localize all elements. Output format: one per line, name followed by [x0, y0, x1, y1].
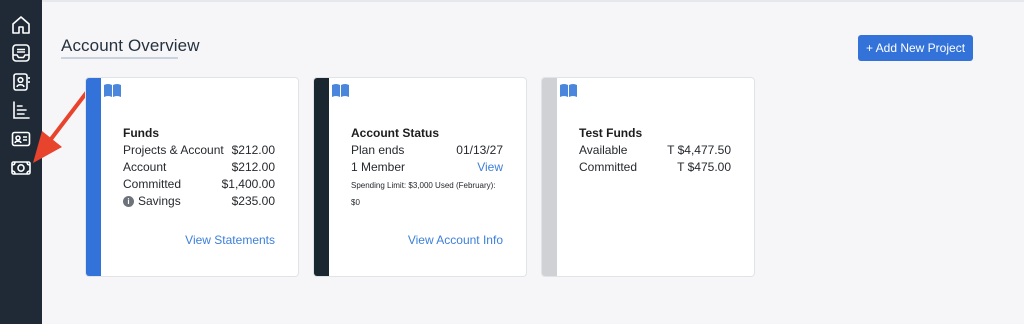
test-funds-row: Available T $4,477.50: [579, 143, 731, 157]
add-new-project-label: + Add New Project: [865, 41, 966, 55]
status-heading: Account Status: [351, 126, 440, 140]
funds-row-value: $212.00: [231, 143, 275, 157]
funds-row-value: $235.00: [231, 194, 275, 208]
test-card-stripe: [542, 78, 557, 276]
info-icon[interactable]: i: [123, 195, 134, 207]
page-title-underline: [61, 57, 178, 59]
top-divider: [42, 0, 1024, 2]
test-funds-row-label: Available: [579, 143, 628, 157]
account-status-card: Account Status Plan ends 01/13/27 1 Memb…: [313, 77, 527, 277]
funds-row-label-wrap: i Savings: [123, 194, 181, 208]
funds-card: Funds Projects & Account $212.00 Account…: [85, 77, 299, 277]
funds-card-stripe: [86, 78, 101, 276]
spending-used-value: $0: [351, 198, 360, 207]
test-funds-row-value: T $475.00: [677, 160, 731, 174]
funds-row-value: $212.00: [231, 160, 275, 174]
funds-row: Committed $1,400.00: [123, 177, 275, 191]
funds-row-value: $1,400.00: [221, 177, 275, 191]
funds-row-label: Savings: [138, 194, 181, 208]
funds-row-label: Projects & Account: [123, 143, 224, 157]
test-funds-row-label: Committed: [579, 160, 638, 174]
contact-book-icon[interactable]: [10, 71, 32, 93]
test-funds-heading: Test Funds: [579, 126, 643, 140]
home-icon[interactable]: [10, 14, 32, 36]
members-label: 1 Member: [351, 160, 406, 174]
view-statements-link[interactable]: View Statements: [185, 233, 275, 247]
page-title: Account Overview: [61, 36, 200, 55]
test-funds-row-value: T $4,477.50: [667, 143, 731, 157]
view-account-info-link[interactable]: View Account Info: [408, 233, 503, 247]
spending-limit-text: Spending Limit: $3,000 Used (February):: [351, 181, 496, 190]
id-card-icon[interactable]: [10, 128, 32, 150]
funds-row-label: Account: [123, 160, 167, 174]
book-icon: [331, 83, 350, 98]
funds-row: Projects & Account $212.00: [123, 143, 275, 157]
members-row: 1 Member View: [351, 160, 503, 174]
funds-row: Account $212.00: [123, 160, 275, 174]
plan-row: Plan ends 01/13/27: [351, 143, 503, 157]
test-funds-row: Committed T $475.00: [579, 160, 731, 174]
book-icon: [103, 83, 122, 98]
plan-label: Plan ends: [351, 143, 405, 157]
book-icon: [559, 83, 578, 98]
money-bill-icon[interactable]: [10, 157, 32, 179]
funds-row-label: Committed: [123, 177, 182, 191]
plan-value: 01/13/27: [456, 143, 503, 157]
funds-row: i Savings $235.00: [123, 194, 275, 208]
view-members-link[interactable]: View: [477, 160, 503, 174]
add-new-project-button[interactable]: + Add New Project: [858, 35, 973, 61]
test-funds-card: Test Funds Available T $4,477.50 Committ…: [541, 77, 755, 277]
list-chart-icon[interactable]: [10, 99, 32, 121]
inbox-icon[interactable]: [10, 42, 32, 64]
sidebar: [0, 0, 42, 324]
status-card-stripe: [314, 78, 329, 276]
funds-heading: Funds: [123, 126, 159, 140]
